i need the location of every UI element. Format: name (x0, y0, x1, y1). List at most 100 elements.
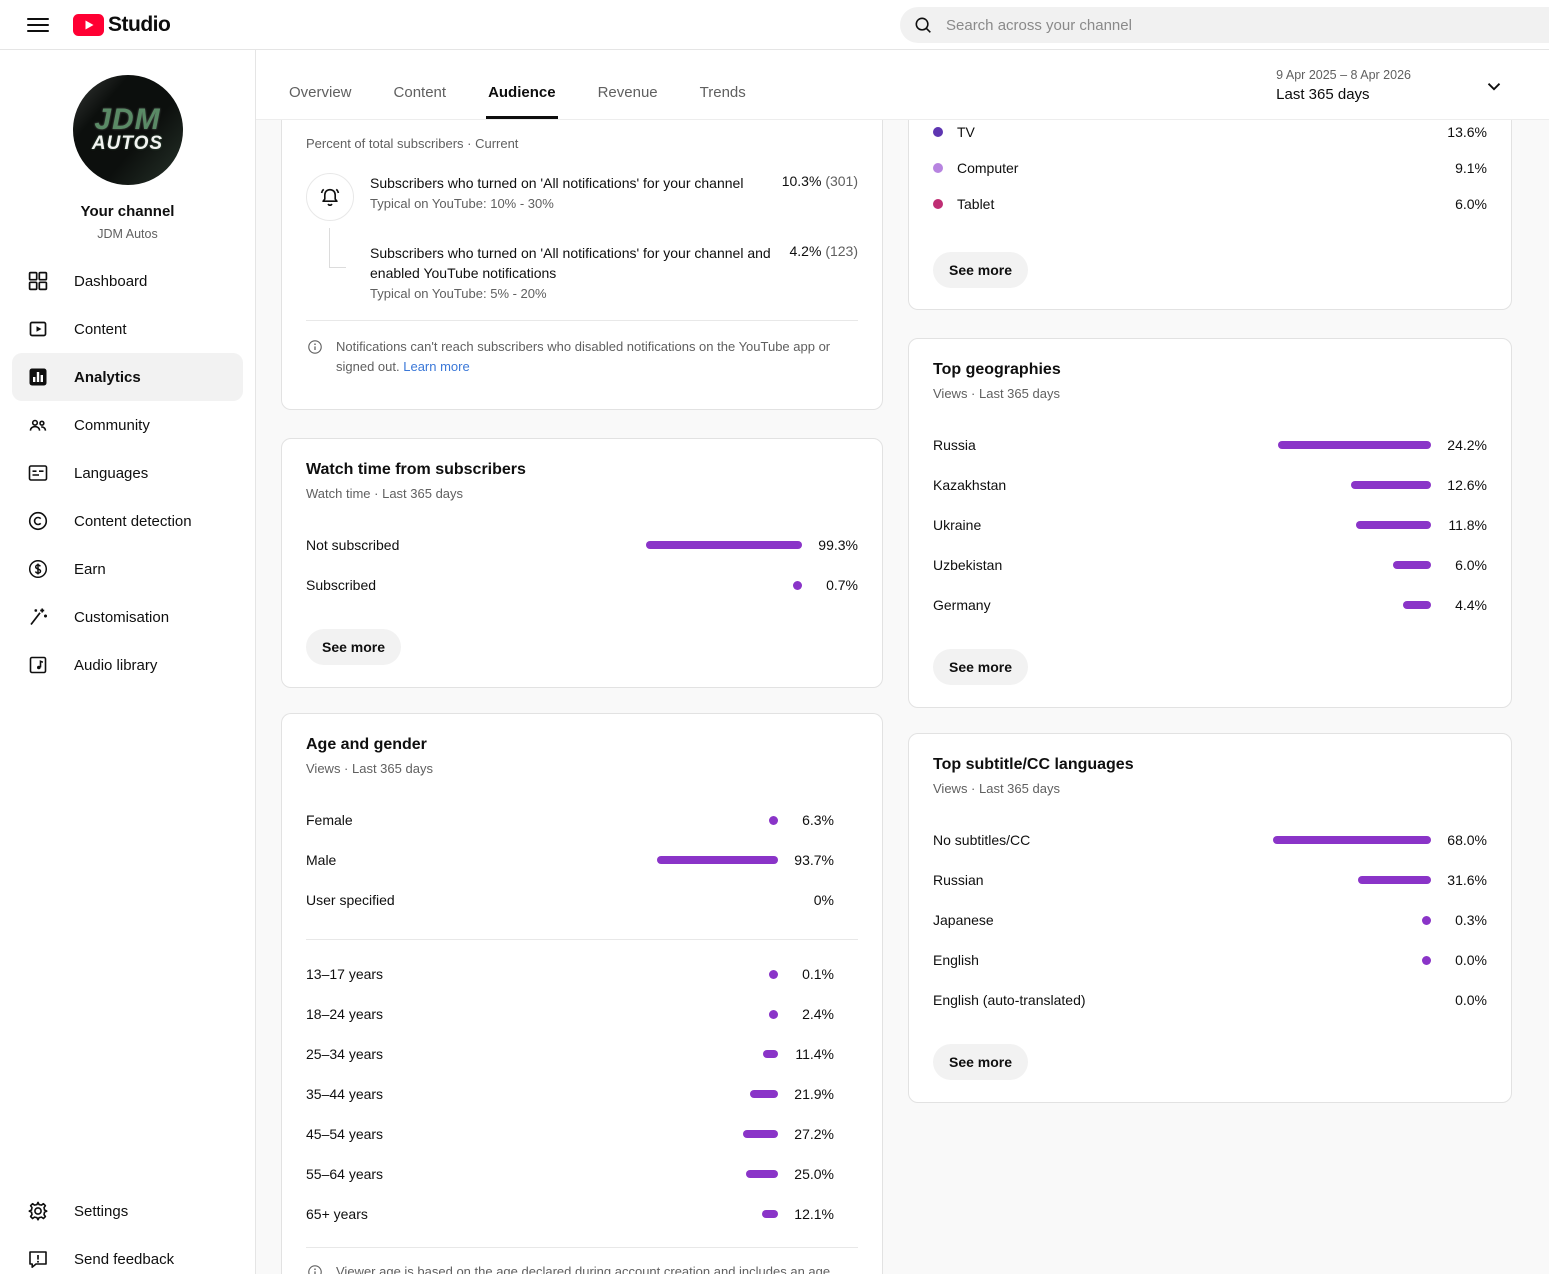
row-tablet: Tablet 6.0% (909, 186, 1511, 222)
tab-content[interactable]: Content (392, 84, 449, 119)
nav-icon (26, 269, 50, 293)
row-value: 0.0% (1431, 952, 1487, 968)
sidebar-item-content[interactable]: Content (12, 305, 243, 353)
bar-area (608, 1090, 778, 1098)
date-range-text: 9 Apr 2025 – 8 Apr 2026 (1276, 68, 1411, 82)
bar-area (1261, 521, 1431, 529)
row-subscribed: Subscribed 0.7% (282, 565, 882, 605)
bar-area (608, 1210, 778, 1218)
row-male: Male 93.7% (282, 840, 882, 880)
sidebar-item-label: Content detection (74, 513, 192, 530)
age-note: Viewer age is based on the age declared … (306, 1262, 858, 1274)
value-bar (793, 581, 802, 590)
learn-more-link[interactable]: Learn more (403, 359, 469, 374)
bar-area (632, 581, 802, 590)
tab-revenue[interactable]: Revenue (596, 84, 660, 119)
value-bar (1422, 916, 1431, 925)
row-russian: Russian 31.6% (909, 860, 1511, 900)
sidebar-item-content-detection[interactable]: Content detection (12, 497, 243, 545)
youtube-studio-logo[interactable]: Studio (73, 13, 170, 37)
sidebar-item-customisation[interactable]: Customisation (12, 593, 243, 641)
device-rows: TV 13.6% Computer 9.1% Tablet 6.0% (909, 120, 1511, 222)
sidebar-item-label: Customisation (74, 609, 169, 626)
row-label: 35–44 years (306, 1086, 608, 1102)
card-subtitle: Percent of total subscribers · Current (306, 120, 858, 151)
connector-line (329, 228, 346, 268)
search-bar[interactable] (900, 7, 1549, 43)
row-value: 12.6% (1431, 477, 1487, 493)
bar-area (1261, 956, 1431, 965)
sidebar-item-audio-library[interactable]: Audio library (12, 641, 243, 689)
see-more-button[interactable]: See more (933, 649, 1028, 685)
nav-icon (26, 317, 50, 341)
search-input[interactable] (946, 17, 1549, 34)
notifications-card: Percent of total subscribers · Current S… (281, 120, 883, 410)
divider (306, 939, 858, 940)
date-range-picker[interactable]: 9 Apr 2025 – 8 Apr 2026 Last 365 days (1276, 68, 1505, 103)
value-bar (1422, 956, 1431, 965)
avatar-text-bottom: AUTOS (92, 134, 163, 154)
sidebar-item-earn[interactable]: Earn (12, 545, 243, 593)
row-label: No subtitles/CC (933, 832, 1261, 848)
watch-time-card: Watch time from subscribers Watch time ·… (281, 438, 883, 688)
card-subtitle: Views · Last 365 days (933, 780, 1487, 798)
nav-icon (26, 509, 50, 533)
chevron-down-icon (1483, 75, 1505, 97)
brand-text: Studio (108, 13, 170, 37)
channel-avatar[interactable]: JDM AUTOS (73, 75, 183, 185)
value-bar (763, 1050, 778, 1058)
channel-title: Your channel (0, 203, 255, 220)
value-bar (750, 1090, 778, 1098)
legend-dot (933, 199, 943, 209)
row-label: Russian (933, 872, 1261, 888)
nav-icon (26, 1247, 50, 1271)
value-bar (1351, 481, 1431, 489)
see-more-button[interactable]: See more (306, 629, 401, 665)
nav-icon (26, 557, 50, 581)
tab-trends[interactable]: Trends (698, 84, 748, 119)
sidebar-item-settings[interactable]: Settings (12, 1187, 243, 1235)
value-bar (1403, 601, 1431, 609)
channel-name: JDM Autos (0, 227, 255, 241)
see-more-button[interactable]: See more (933, 252, 1028, 288)
sidebar-item-send-feedback[interactable]: Send feedback (12, 1235, 243, 1274)
bar-area (1261, 481, 1431, 489)
bar-area (608, 1010, 778, 1019)
tab-audience[interactable]: Audience (486, 84, 558, 119)
hamburger-menu-icon[interactable] (27, 14, 49, 36)
row-value: 68.0% (1431, 832, 1487, 848)
see-more-button[interactable]: See more (933, 1044, 1028, 1080)
row-65-years: 65+ years 12.1% (282, 1194, 882, 1234)
row-value: 6.3% (778, 812, 834, 828)
value-bar (769, 1010, 778, 1019)
row-label: 25–34 years (306, 1046, 608, 1062)
row-value: 6.0% (1431, 557, 1487, 573)
note-text: Viewer age is based on the age declared … (336, 1262, 830, 1274)
value-bar (743, 1130, 778, 1138)
value-bar (1358, 876, 1431, 884)
sidebar-item-languages[interactable]: Languages (12, 449, 243, 497)
card-subtitle: Watch time · Last 365 days (306, 485, 858, 503)
nav-icon (26, 1199, 50, 1223)
youtube-play-icon (73, 14, 104, 36)
tab-overview[interactable]: Overview (287, 84, 354, 119)
notifications-row-all: Subscribers who turned on 'All notificat… (306, 173, 858, 221)
sidebar-item-analytics[interactable]: Analytics (12, 353, 243, 401)
nav-icon (26, 653, 50, 677)
card-title: Age and gender (306, 734, 858, 756)
sidebar-footer: Settings Send feedback (0, 1187, 255, 1274)
bar-area (1261, 561, 1431, 569)
analytics-content: Percent of total subscribers · Current S… (256, 120, 1549, 1274)
sidebar-item-label: Earn (74, 561, 106, 578)
sidebar-item-community[interactable]: Community (12, 401, 243, 449)
row-value: 99.3% (802, 537, 858, 553)
row-value: 4.2% (123) (790, 243, 859, 303)
row-label: 18–24 years (306, 1006, 608, 1022)
row-ukraine: Ukraine 11.8% (909, 505, 1511, 545)
divider (306, 1247, 858, 1248)
nav-icon (26, 413, 50, 437)
value-bar (769, 970, 778, 979)
sidebar-item-dashboard[interactable]: Dashboard (12, 257, 243, 305)
value-bar (1356, 521, 1431, 529)
value-bar (646, 541, 802, 549)
